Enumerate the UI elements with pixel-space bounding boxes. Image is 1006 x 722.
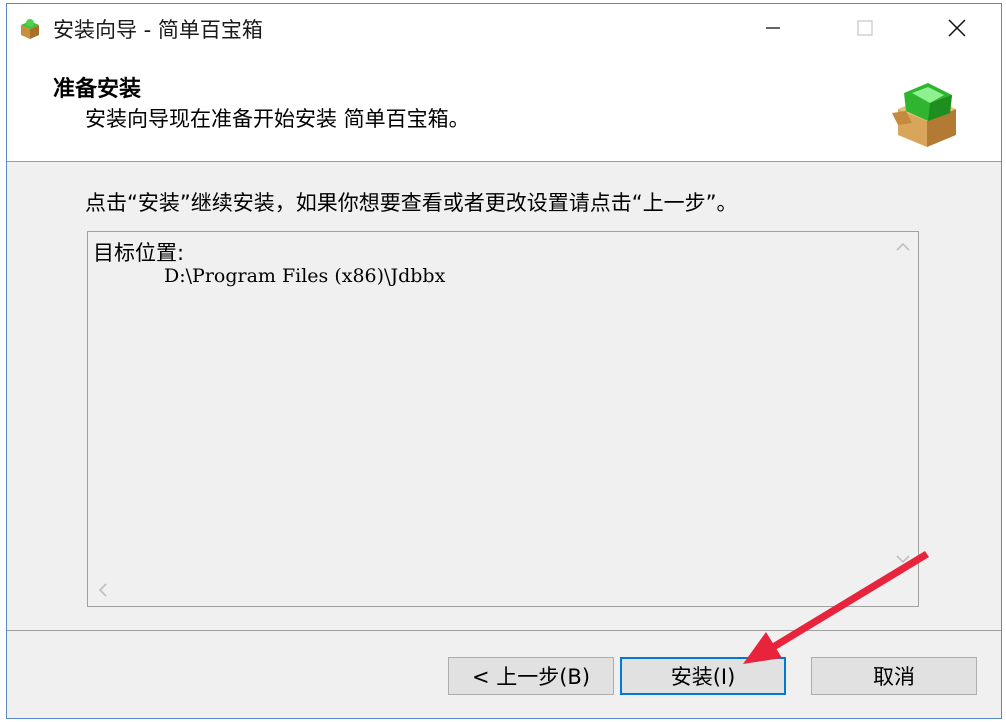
maximize-icon: [857, 19, 873, 36]
close-button[interactable]: [911, 4, 1003, 51]
close-icon: [948, 18, 966, 37]
minimize-icon: [766, 26, 780, 29]
back-button[interactable]: < 上一步(B): [448, 657, 614, 695]
minimize-button[interactable]: [727, 4, 819, 51]
ready-memo[interactable]: 目标位置: D:\Program Files (x86)\Jdbbx: [87, 231, 919, 607]
scroll-up-icon[interactable]: [889, 233, 917, 261]
memo-heading: 目标位置:: [93, 241, 185, 265]
button-area-divider: [7, 630, 1001, 631]
memo-install-path: D:\Program Files (x86)\Jdbbx: [164, 265, 446, 287]
scroll-left-icon[interactable]: [89, 575, 117, 605]
package-box-icon: [892, 83, 956, 147]
cancel-button[interactable]: 取消: [811, 657, 977, 695]
maximize-button[interactable]: [819, 4, 911, 51]
title-bar[interactable]: 安装向导 - 简单百宝箱: [7, 4, 1001, 51]
instruction-text: 点击“安装”继续安装，如果你想要查看或者更改设置请点击“上一步”。: [85, 191, 738, 215]
wizard-header: 准备安装 安装向导现在准备开始安装 简单百宝箱。: [7, 51, 1001, 162]
scrollbar-corner: [889, 575, 917, 605]
window-title: 安装向导 - 简单百宝箱: [53, 18, 263, 42]
horizontal-scrollbar[interactable]: [89, 575, 889, 605]
installer-box-icon: [21, 19, 39, 39]
page-title: 准备安装: [53, 77, 142, 102]
page-subtitle: 安装向导现在准备开始安装 简单百宝箱。: [85, 107, 470, 131]
scroll-down-icon[interactable]: [889, 545, 917, 573]
install-button[interactable]: 安装(I): [620, 657, 786, 695]
vertical-scrollbar[interactable]: [889, 233, 917, 573]
installer-window: 安装向导 - 简单百宝箱 准备安装 安装向导现在准备开始安装 简单百宝箱。 点击…: [6, 3, 1002, 719]
